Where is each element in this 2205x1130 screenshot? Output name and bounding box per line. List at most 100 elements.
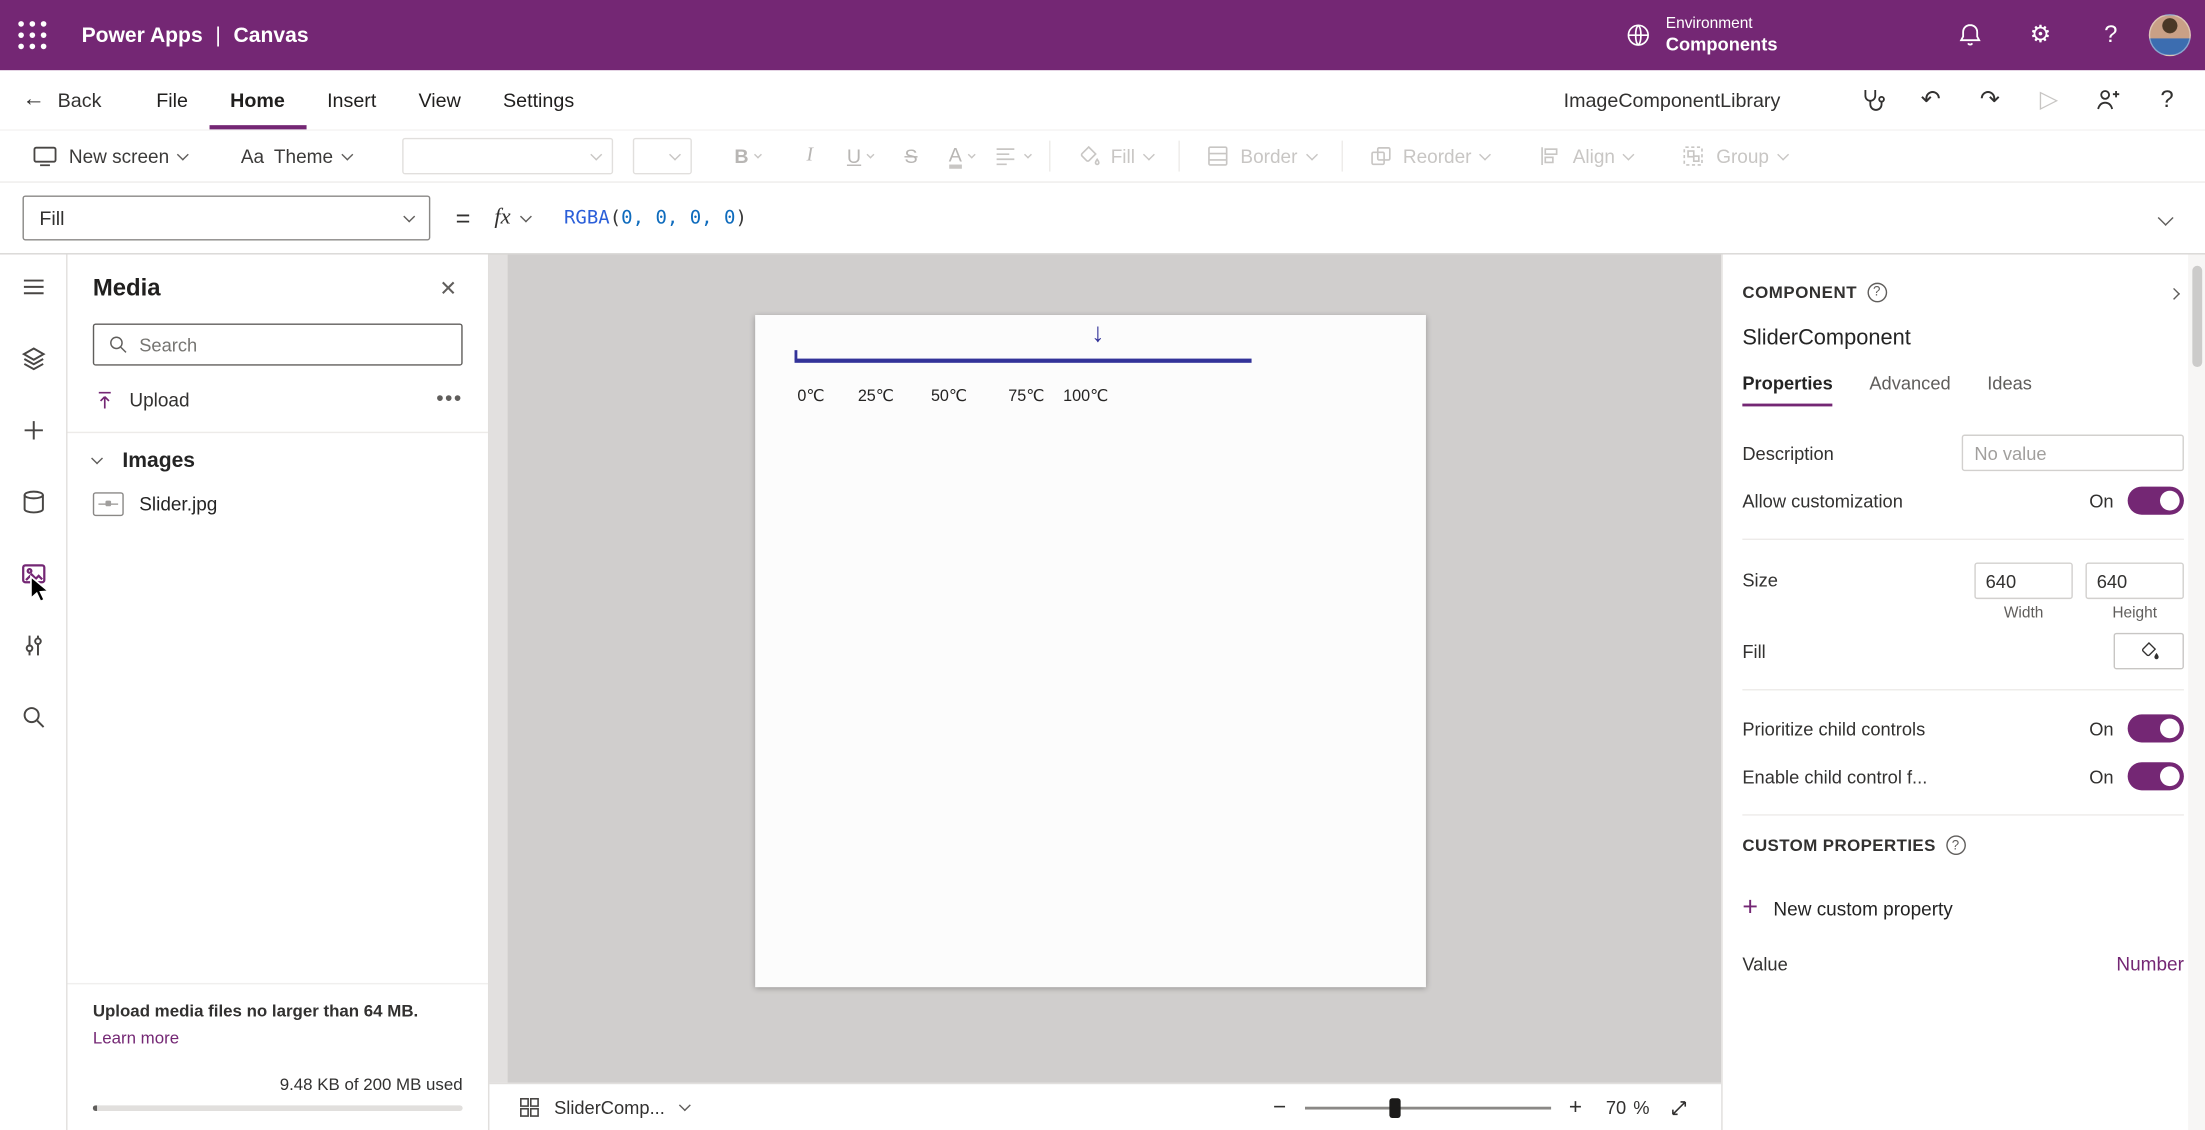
new-custom-property-button[interactable]: + New custom property [1742, 894, 2184, 921]
help-menu-button[interactable]: ? [2146, 79, 2188, 121]
rail-collapse-button[interactable] [16, 270, 50, 304]
canvas-scrollbar[interactable] [489, 254, 508, 1083]
allow-customization-toggle[interactable] [2127, 486, 2184, 515]
rail-media-button[interactable] [16, 557, 50, 591]
tab-advanced[interactable]: Advanced [1869, 373, 1950, 407]
redo-button[interactable]: ↷ [1969, 79, 2011, 121]
height-input[interactable] [2085, 562, 2184, 600]
avatar[interactable] [2148, 14, 2191, 57]
component-artboard: ↓ 0℃ 25℃ 50℃ 75℃ 100℃ [755, 315, 1426, 988]
rail-data-button[interactable] [16, 485, 50, 519]
tab-ideas[interactable]: Ideas [1987, 373, 2032, 407]
fill-picker-button[interactable] [2113, 632, 2184, 670]
menu-settings[interactable]: Settings [482, 70, 595, 129]
close-panel-button[interactable]: ✕ [434, 273, 463, 304]
theme-button[interactable]: Aa Theme [227, 135, 366, 177]
help-circle-icon[interactable]: ? [1866, 281, 1887, 302]
rail-insert-button[interactable] [16, 413, 50, 447]
media-search-input[interactable] [139, 333, 449, 356]
group-label: Group [1716, 145, 1769, 167]
upload-button[interactable]: Upload [93, 387, 190, 411]
slider-track[interactable] [794, 358, 1252, 363]
panel-scrollbar[interactable] [2188, 254, 2205, 1130]
help-button[interactable]: ? [2076, 0, 2146, 70]
rail-advanced-tools-button[interactable] [16, 629, 50, 663]
zoom-in-button[interactable]: + [1569, 1095, 1582, 1119]
font-color-button[interactable]: A [936, 135, 987, 177]
tab-properties[interactable]: Properties [1742, 373, 1833, 407]
slider-handle-arrow[interactable]: ↓ [1091, 319, 1104, 350]
font-size-select[interactable] [632, 137, 692, 175]
selected-property: Fill [39, 206, 65, 230]
app-launcher-button[interactable] [0, 0, 65, 70]
bold-button[interactable]: B [723, 135, 774, 177]
new-screen-button[interactable]: New screen [17, 135, 202, 177]
back-button[interactable]: ← Back [23, 70, 102, 129]
chevron-down-icon [177, 148, 190, 160]
settings-button[interactable]: ⚙ [2005, 0, 2075, 70]
enable-child-toggle[interactable] [2127, 762, 2184, 791]
theme-icon: Aa [240, 145, 265, 167]
canvas-area[interactable]: ↓ 0℃ 25℃ 50℃ 75℃ 100℃ SliderComp... − + … [489, 254, 1722, 1130]
properties-panel: COMPONENT ? SliderComponent Properties A… [1721, 254, 2205, 1130]
menu-view[interactable]: View [397, 70, 482, 129]
chevron-down-icon [1143, 148, 1155, 160]
description-label: Description [1742, 442, 1834, 464]
share-button[interactable] [2087, 79, 2129, 121]
rail-tree-view-button[interactable] [16, 342, 50, 376]
chevron-down-icon [1479, 148, 1492, 160]
fx-button[interactable]: fx [494, 205, 532, 230]
text-align-button[interactable] [987, 135, 1038, 177]
formula-input[interactable]: RGBA(0, 0, 0, 0) [564, 207, 747, 230]
menu-insert[interactable]: Insert [306, 70, 397, 129]
width-input[interactable] [1974, 562, 2073, 600]
play-button[interactable]: ▷ [2028, 79, 2070, 121]
font-family-select[interactable] [401, 137, 613, 175]
formula-bar-expand-button[interactable] [2152, 197, 2180, 239]
italic-button[interactable]: I [784, 135, 835, 177]
images-section-title: Images [122, 448, 196, 473]
toolbar-divider [1341, 140, 1343, 172]
reorder-button[interactable]: Reorder [1354, 135, 1504, 177]
theme-label: Theme [273, 145, 334, 167]
chevron-down-icon [1305, 148, 1318, 160]
menu-file[interactable]: File [135, 70, 209, 129]
more-options-button[interactable]: ••• [436, 388, 462, 409]
fill-tool-button[interactable]: Fill [1061, 135, 1167, 177]
border-button[interactable]: Border [1191, 135, 1330, 177]
prioritize-toggle[interactable] [2127, 714, 2184, 743]
current-screen-selector[interactable]: SliderComp... [554, 1097, 665, 1118]
app-checker-button[interactable] [1851, 79, 1893, 121]
property-select[interactable]: Fill [22, 195, 431, 241]
zoom-out-button[interactable]: − [1273, 1095, 1286, 1119]
notifications-button[interactable] [1935, 0, 2005, 70]
images-section-header[interactable]: Images [91, 448, 463, 473]
rail-search-button[interactable] [16, 700, 50, 734]
strikethrough-button[interactable]: S [886, 135, 937, 177]
help-icon: ? [2104, 21, 2118, 48]
underline-button[interactable]: U [835, 135, 886, 177]
learn-more-link[interactable]: Learn more [93, 1028, 179, 1048]
menu-home[interactable]: Home [209, 70, 306, 130]
group-button[interactable]: Group [1667, 135, 1801, 177]
value-type-link[interactable]: Number [2116, 953, 2184, 974]
align-objects-button[interactable]: Align [1524, 135, 1648, 177]
panel-scrollbar-thumb[interactable] [2191, 265, 2202, 368]
storage-progress-fill [92, 1105, 98, 1111]
document-name: Canvas [233, 23, 309, 48]
media-item[interactable]: Slider.jpg [79, 485, 477, 523]
image-thumbnail-icon [92, 492, 124, 517]
collapse-panel-button[interactable] [2164, 276, 2184, 308]
border-icon [1208, 146, 1228, 166]
paint-bucket-icon [2141, 642, 2159, 660]
help-circle-icon[interactable]: ? [1945, 835, 1966, 855]
zoom-slider-thumb[interactable] [1388, 1097, 1401, 1118]
value-label: Value [1742, 952, 1788, 974]
media-panel: Media ✕ Upload ••• [67, 254, 490, 1130]
undo-button[interactable]: ↶ [1910, 79, 1952, 121]
fit-to-window-button[interactable] [1668, 1096, 1691, 1119]
topbar-actions: Environment Components ⚙ ? [1624, 0, 2205, 70]
description-input[interactable] [1961, 434, 2184, 472]
zoom-slider[interactable] [1304, 1097, 1551, 1118]
environment-picker[interactable]: Environment Components [1624, 15, 1778, 55]
